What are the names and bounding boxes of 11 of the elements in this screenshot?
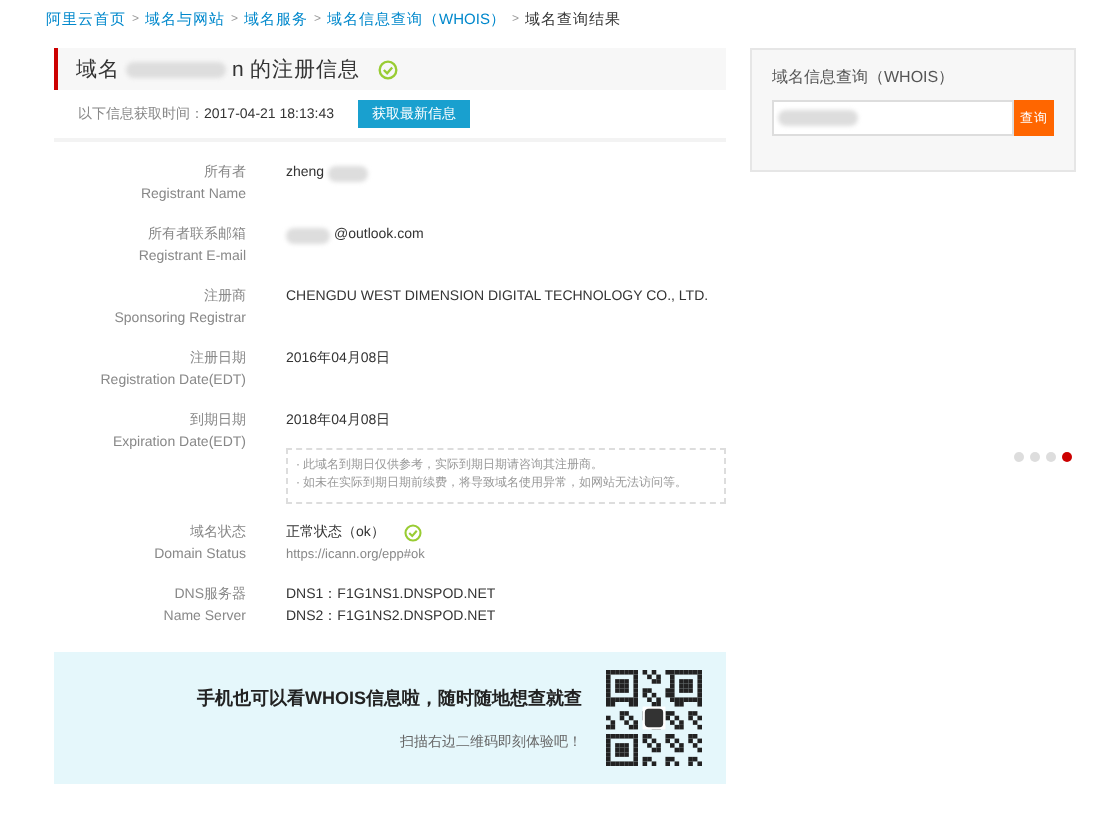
carousel-dot[interactable] bbox=[1046, 452, 1056, 462]
panel-title: 域名信息查询（WHOIS） bbox=[772, 66, 957, 88]
page-title: 域名 bbox=[76, 55, 120, 83]
carousel-dot[interactable] bbox=[1014, 452, 1024, 462]
page-title: n 的注册信息 bbox=[232, 55, 360, 83]
carousel-dot[interactable] bbox=[1062, 452, 1072, 462]
qr-code bbox=[606, 670, 702, 766]
carousel-dot[interactable] bbox=[1030, 452, 1040, 462]
banner-title: 手机也可以看WHOIS信息啦，随时随地想查就查 bbox=[197, 685, 582, 711]
domain-input[interactable] bbox=[772, 100, 1014, 136]
check-circle-icon bbox=[377, 59, 398, 79]
